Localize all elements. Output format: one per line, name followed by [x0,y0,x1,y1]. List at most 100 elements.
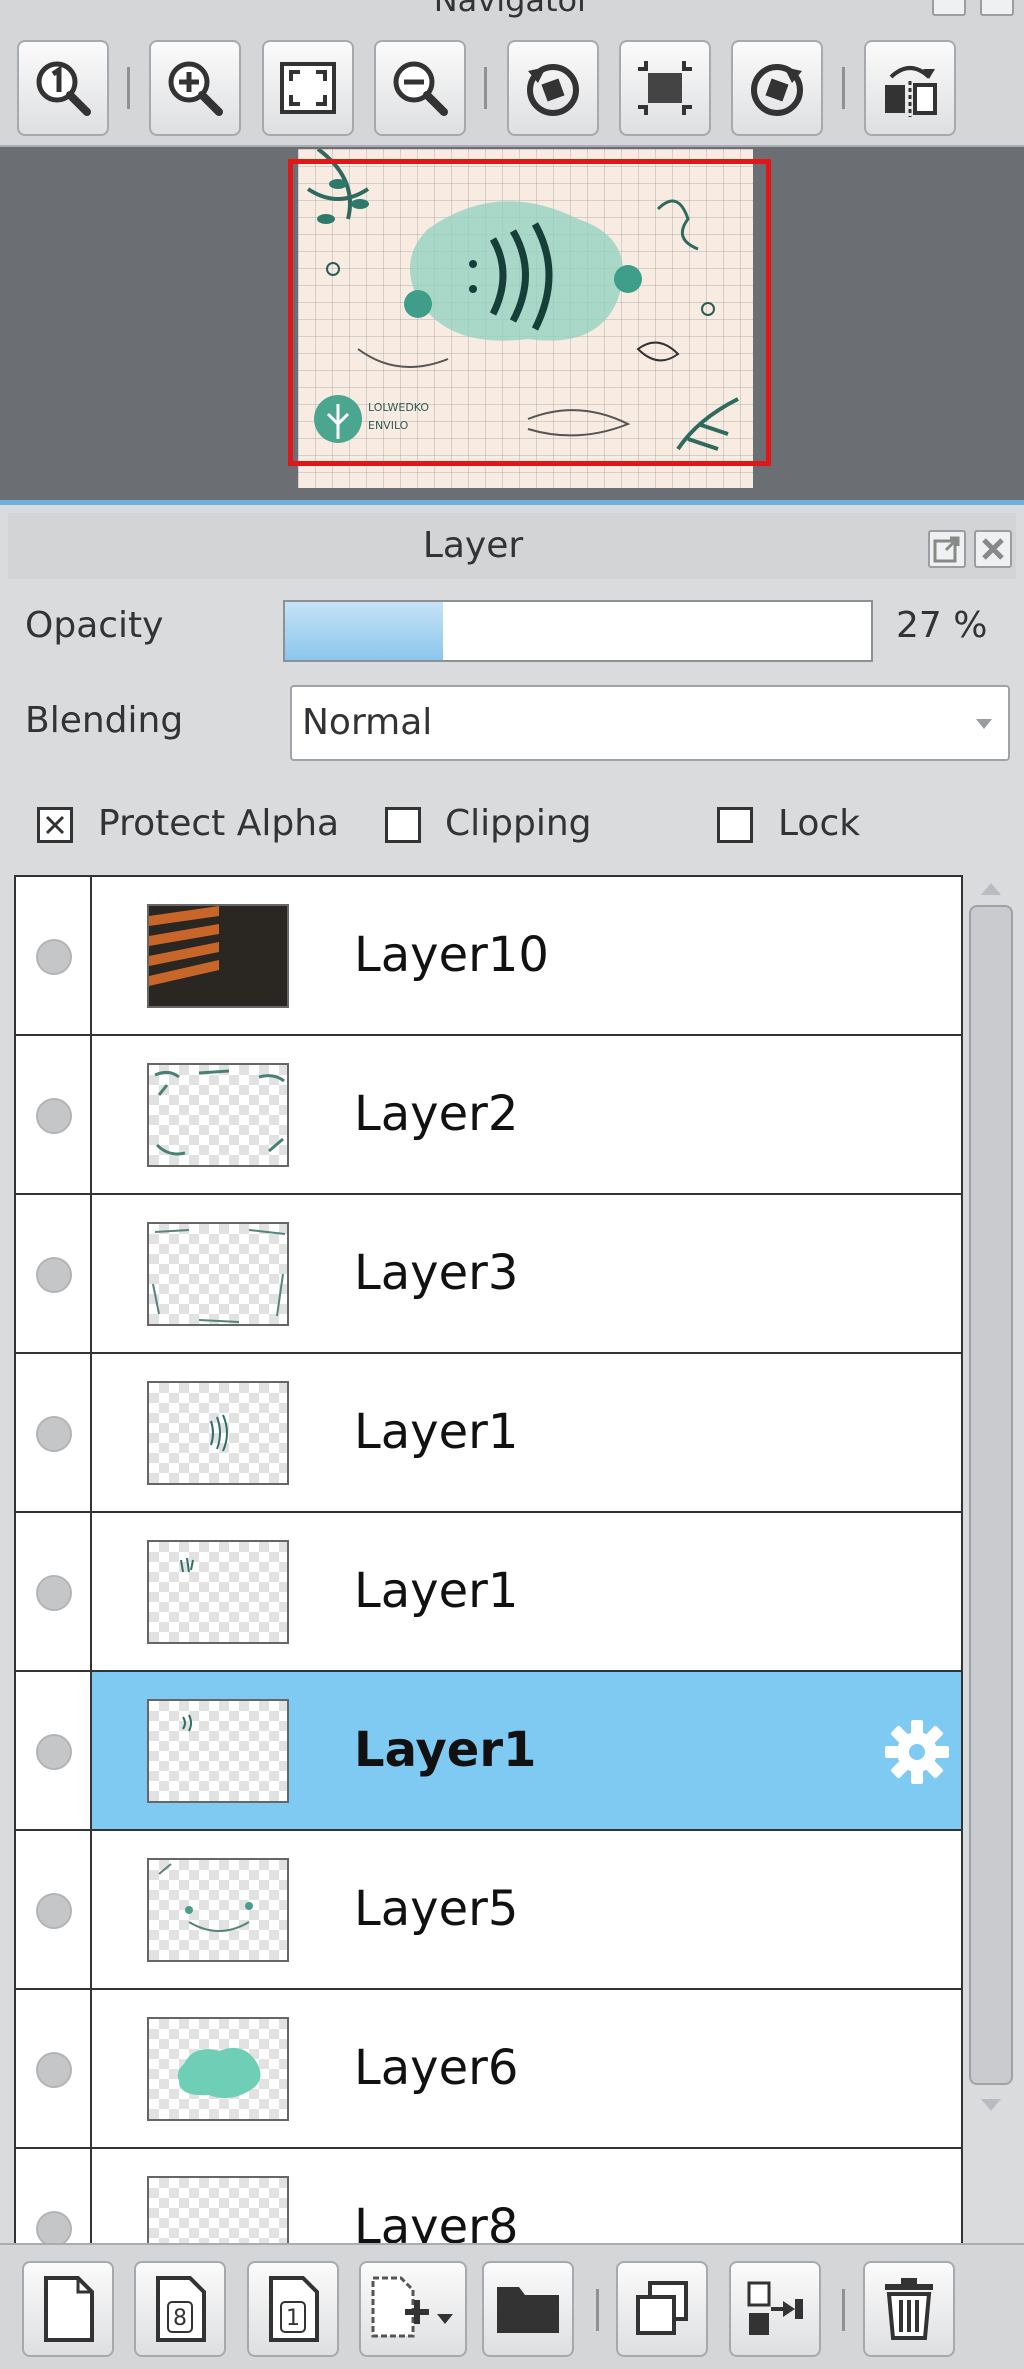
trash-icon [885,2278,933,2340]
undock-icon [933,536,960,563]
layer-row-selected[interactable]: Layer1 [16,1672,961,1831]
visibility-toggle-icon[interactable] [36,1257,72,1293]
rotate-right-button[interactable] [731,40,823,136]
navigator-panel: Navigator LOLWEDKO ENVILO [0,0,1024,500]
layer-thumbnail [147,1381,289,1485]
scroll-down-icon[interactable] [979,2097,1003,2113]
opacity-slider[interactable] [283,600,873,662]
visibility-toggle-icon[interactable] [36,1734,72,1770]
protect-alpha-checkbox[interactable] [37,807,73,843]
merge-down-button[interactable] [729,2261,821,2357]
opacity-label: Opacity [25,605,164,646]
navigator-viewport[interactable]: LOLWEDKO ENVILO [8,149,1016,488]
duplicate-layer-button[interactable] [616,2261,708,2357]
blending-dropdown[interactable]: Normal [290,685,1010,761]
duplicate-layer-icon [636,2281,688,2335]
new-1bit-layer-icon: 1 [269,2276,319,2342]
layer-name: Layer6 [354,2040,519,2096]
visibility-cell [16,2149,92,2243]
navigator-close-button[interactable] [980,0,1014,16]
layer-row[interactable]: Layer3 [16,1195,961,1354]
svg-text:8: 8 [173,2306,187,2331]
layer-thumbnail [147,2176,289,2243]
scroll-up-icon[interactable] [979,881,1003,897]
new-8bit-layer-icon: 8 [156,2276,206,2342]
layer-thumbnail [147,2017,289,2121]
navigator-view-frame[interactable] [288,159,771,466]
fit-window-button[interactable] [262,40,354,136]
close-icon [982,538,1004,560]
visibility-toggle-icon[interactable] [36,1416,72,1452]
visibility-cell [16,877,92,1034]
layer-row[interactable]: Layer5 [16,1831,961,1990]
add-layer-menu-button[interactable] [359,2261,467,2357]
actual-size-button[interactable] [17,40,109,136]
lock-checkbox[interactable] [717,807,753,843]
visibility-toggle-icon[interactable] [36,1098,72,1134]
layer-thumbnail-image [154,1069,285,1156]
close-button[interactable] [974,530,1012,568]
layer-row[interactable]: Layer6 [16,1990,961,2149]
layer-list-scrollbar[interactable] [963,875,1019,2245]
opacity-value: 27 % [896,605,988,646]
visibility-toggle-icon[interactable] [36,2052,72,2088]
layer-thumbnail [147,1858,289,1962]
rotate-left-icon [527,64,579,116]
flip-horizontal-icon [885,66,937,117]
undock-button[interactable] [928,530,966,568]
navigator-undock-button[interactable] [932,0,966,16]
layer-row[interactable]: Layer10 [16,877,961,1036]
layer-row[interactable]: Layer1 [16,1513,961,1672]
add-layer-icon [371,2276,453,2338]
visibility-toggle-icon[interactable] [36,1893,72,1929]
zoom-in-icon [168,61,223,116]
layer-thumbnail-image [210,1414,228,1452]
layer-name: Layer2 [354,1086,519,1142]
layer-thumbnail [147,1540,289,1644]
reset-rotation-button[interactable] [619,40,711,136]
svg-text:1: 1 [286,2306,300,2331]
delete-layer-button[interactable] [863,2261,955,2357]
layer-panel: Layer Opacity 27 % Blending Normal Prote… [0,500,1024,2369]
zoom-out-button[interactable] [374,40,466,136]
blending-value: Normal [302,702,433,743]
visibility-toggle-icon[interactable] [36,939,72,975]
gear-icon[interactable] [881,1716,953,1788]
visibility-cell [16,1195,92,1352]
navigator-toolbar [0,22,1024,147]
chevron-down-icon [976,719,992,729]
new-folder-button[interactable] [482,2261,574,2357]
rotate-right-icon [751,64,803,116]
scrollbar-thumb[interactable] [969,905,1013,2085]
layer-row[interactable]: Layer8 [16,2149,961,2245]
layer-thumbnail [147,904,289,1008]
layer-list: Layer10 Layer2 Layer3 Layer1 Layer1 Laye… [14,875,963,2245]
toolbar-separator [596,2289,599,2331]
clipping-checkbox[interactable] [385,807,421,843]
flip-horizontal-button[interactable] [864,40,956,136]
blending-label: Blending [25,700,184,741]
protect-alpha-label: Protect Alpha [98,803,340,844]
visibility-toggle-icon[interactable] [36,1575,72,1611]
new-1bit-layer-button[interactable]: 1 [247,2261,339,2357]
layer-thumbnail [147,1699,289,1803]
layer-row[interactable]: Layer1 [16,1354,961,1513]
opacity-slider-fill [285,602,444,660]
lock-label: Lock [778,803,861,844]
visibility-cell [16,1036,92,1193]
rotate-left-button[interactable] [507,40,599,136]
visibility-cell [16,1990,92,2147]
new-layer-button[interactable] [22,2261,114,2357]
layer-thumbnail-image [152,1229,286,1323]
visibility-cell [16,1831,92,1988]
checkbox-x-icon [45,815,65,835]
layer-name: Layer8 [354,2199,519,2245]
new-8bit-layer-button[interactable]: 8 [134,2261,226,2357]
zoom-out-icon [393,61,448,116]
new-layer-icon [44,2276,94,2342]
zoom-in-button[interactable] [149,40,241,136]
visibility-toggle-icon[interactable] [36,2211,72,2243]
layer-row[interactable]: Layer2 [16,1036,961,1195]
toolbar-separator [842,2289,845,2331]
layer-thumbnail-image [182,1714,192,1732]
